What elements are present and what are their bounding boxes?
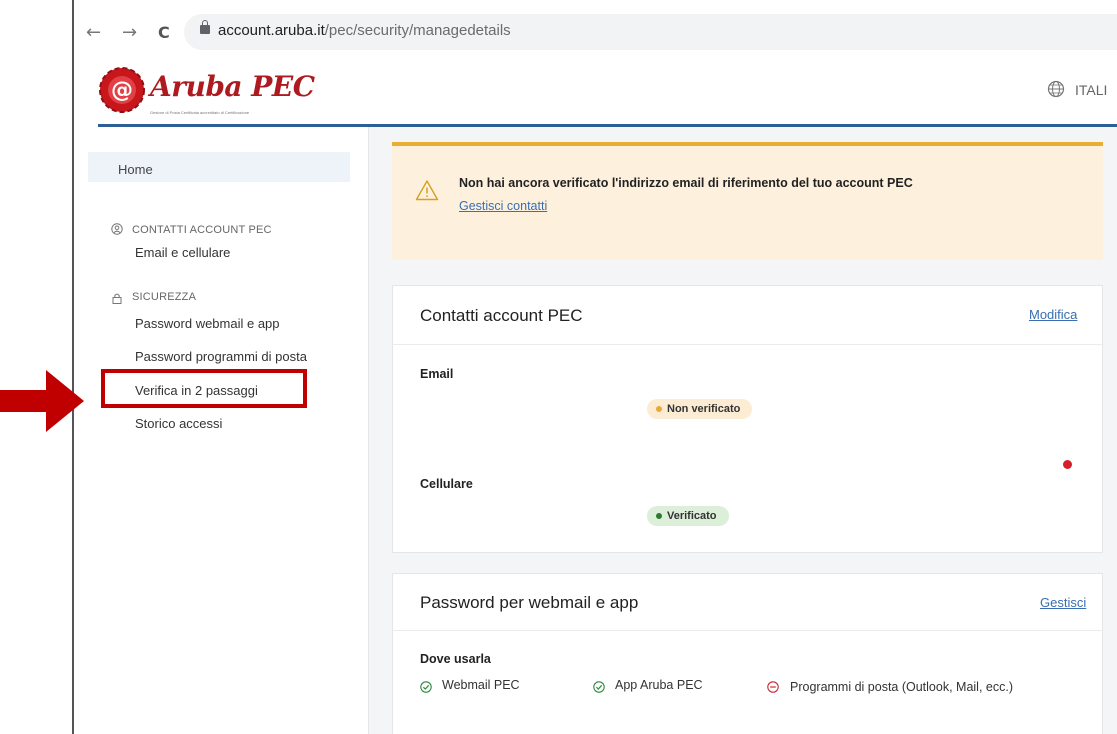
reload-icon[interactable]: C <box>158 23 170 42</box>
globe-icon[interactable] <box>1047 80 1065 98</box>
email-status-badge: Non verificato <box>647 399 753 419</box>
arrow-right-icon <box>0 370 84 432</box>
email-label: Email <box>420 367 454 381</box>
sidebar-item-home-label[interactable]: Home <box>118 162 153 177</box>
sidebar-item-email-cellulare[interactable]: Email e cellulare <box>135 245 230 260</box>
edit-contacts-link[interactable]: Modifica <box>1029 307 1077 322</box>
minus-circle-icon <box>767 681 779 693</box>
warning-message: Non hai ancora verificato l'indirizzo em… <box>459 176 913 190</box>
sidebar-section-contacts: CONTATTI ACCOUNT PEC <box>132 224 272 236</box>
url-path: /pec/security/managedetails <box>324 22 511 39</box>
sidebar-section-security: SICUREZZA <box>132 291 197 303</box>
card-divider <box>392 630 1103 631</box>
use-webmail-pec: Webmail PEC <box>442 678 520 692</box>
warning-triangle-icon <box>415 180 439 201</box>
svg-text:@: @ <box>111 78 133 103</box>
highlight-box <box>101 369 307 408</box>
url-host: account.aruba.it <box>218 22 325 39</box>
card-divider <box>392 344 1103 345</box>
url-text[interactable]: account.aruba.it/pec/security/managedeta… <box>218 22 511 39</box>
check-circle-icon <box>420 681 432 693</box>
phone-label: Cellulare <box>420 477 473 491</box>
aruba-logo-icon[interactable]: @ <box>98 66 146 114</box>
forward-icon[interactable]: → <box>122 22 137 43</box>
logo-text: Aruba PEC <box>150 70 315 103</box>
user-circle-icon <box>111 223 123 235</box>
language-selector[interactable]: ITALI <box>1075 82 1107 98</box>
logo-subtitle: Gestore di Posta Certificata accreditato… <box>150 110 250 115</box>
manage-contacts-link[interactable]: Gestisci contatti <box>459 199 547 213</box>
back-icon[interactable]: ← <box>86 22 101 43</box>
notification-dot <box>1063 460 1072 469</box>
manage-password-link[interactable]: Gestisci <box>1040 595 1086 610</box>
lock-icon <box>200 20 210 34</box>
sidebar-item-storico-accessi[interactable]: Storico accessi <box>135 416 222 431</box>
where-to-use-label: Dove usarla <box>420 652 491 666</box>
password-card-title: Password per webmail e app <box>420 593 639 612</box>
sidebar-item-password-webmail[interactable]: Password webmail e app <box>135 316 280 331</box>
check-circle-icon <box>593 681 605 693</box>
lock-icon <box>112 293 122 304</box>
sidebar-item-password-programmi[interactable]: Password programmi di posta <box>135 349 307 364</box>
use-programmi-posta: Programmi di posta (Outlook, Mail, ecc.) <box>790 680 1013 694</box>
phone-status-badge: Verificato <box>647 506 729 526</box>
contacts-card-title: Contatti account PEC <box>420 306 583 325</box>
use-app-aruba-pec: App Aruba PEC <box>615 678 703 692</box>
